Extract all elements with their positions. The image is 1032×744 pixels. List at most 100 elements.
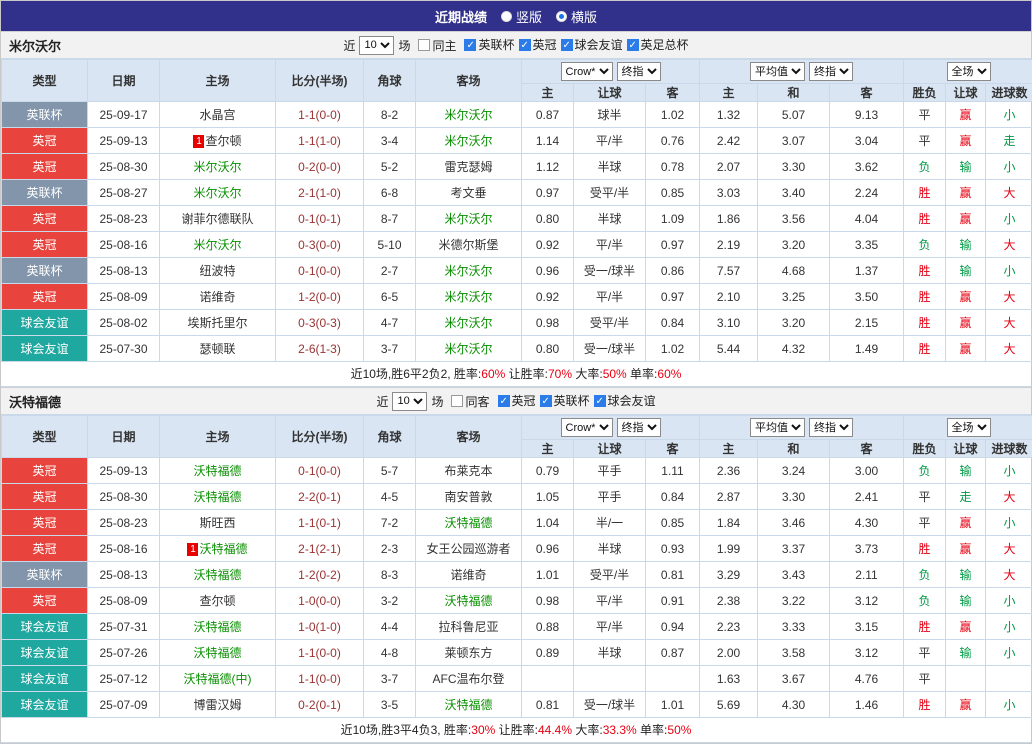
match-row: 英冠25-08-30米尔沃尔0-2(0-0)5-2雷克瑟姆1.12半球0.782… [2,154,1032,180]
europe-odds-cell: 4.68 [758,258,830,284]
asian-odds-cell: 0.98 [522,588,574,614]
summary-stat-value: 50% [603,367,627,381]
checkbox-icon [594,395,606,407]
col-header-europe-away: 客 [830,440,904,458]
asian-odds-cell: 0.92 [522,232,574,258]
handicap-result-cell: 赢 [946,284,986,310]
match-row: 英冠25-08-161沃特福德2-1(2-1)2-3女王公园巡游者0.96半球0… [2,536,1032,562]
europe-odds-cell: 3.35 [830,232,904,258]
away-team-cell: 米尔沃尔 [416,128,522,154]
asian-mode-select[interactable]: 终指 [617,418,661,437]
handicap-result-cell: 输 [946,258,986,284]
layout-radio-horizontal[interactable]: 横版 [556,7,597,26]
asian-odds-cell [522,666,574,692]
away-team-cell: 拉科鲁尼亚 [416,614,522,640]
score-cell: 0-2(0-0) [276,154,364,180]
recent-count-select[interactable]: 10 [392,392,427,411]
result-cell: 平 [904,484,946,510]
europe-odds-cell: 3.22 [758,588,830,614]
filter-bar: 近 10 场 同客 英冠英联杯球会友谊 [376,392,655,411]
match-date: 25-08-09 [88,588,160,614]
asian-odds-cell: 平/半 [574,232,646,258]
competition-filter[interactable]: 球会友谊 [561,36,623,53]
goals-result-cell: 小 [986,102,1032,128]
score-cell: 1-1(0-1) [276,510,364,536]
europe-source-select[interactable]: 平均值 [750,418,805,437]
match-date: 25-08-23 [88,206,160,232]
recent-results-page: 近期战绩 竖版 横版 米尔沃尔 近 10 场 同主 英联杯英冠球会友谊英足总杯 [0,0,1032,744]
col-header-corner: 角球 [364,60,416,102]
europe-odds-cell: 3.56 [758,206,830,232]
match-row: 英冠25-09-131查尔顿1-1(1-0)3-4米尔沃尔1.14平/半0.76… [2,128,1032,154]
col-header-asian-handicap: 让球 [574,84,646,102]
europe-odds-cell: 1.84 [700,510,758,536]
layout-radio-vertical[interactable]: 竖版 [501,7,542,26]
result-cell: 胜 [904,258,946,284]
asian-odds-cell: 0.84 [646,484,700,510]
recent-count-select[interactable]: 10 [359,36,394,55]
competition-filter[interactable]: 英冠 [519,36,557,53]
asian-odds-header: Crow*终指 [522,416,700,440]
goals-result-cell: 大 [986,284,1032,310]
col-header-europe-home: 主 [700,440,758,458]
asian-odds-cell: 0.85 [646,180,700,206]
summary-stat-value: 60% [657,367,681,381]
europe-odds-cell: 3.24 [758,458,830,484]
competition-filter[interactable]: 球会友谊 [594,392,656,409]
summary-stat-label: 大率: [572,723,603,737]
league-badge: 球会友谊 [2,336,88,362]
asian-odds-cell: 0.98 [522,310,574,336]
asian-odds-cell: 平/半 [574,284,646,310]
asian-odds-cell: 0.87 [522,102,574,128]
team-section-millwall: 米尔沃尔 近 10 场 同主 英联杯英冠球会友谊英足总杯 [1,31,1031,387]
asian-odds-cell: 半球 [574,640,646,666]
competition-filter[interactable]: 英足总杯 [627,36,689,53]
asian-source-select[interactable]: Crow* [561,418,613,437]
europe-odds-cell: 3.25 [758,284,830,310]
home-team-cell: 1查尔顿 [160,128,276,154]
section-header: 沃特福德 近 10 场 同客 英冠英联杯球会友谊 [1,387,1031,415]
col-header-goals-result: 进球数 [986,440,1032,458]
asian-odds-cell: 0.97 [522,180,574,206]
europe-odds-cell: 3.30 [758,484,830,510]
match-date: 25-08-16 [88,536,160,562]
asian-odds-cell: 0.88 [522,614,574,640]
col-header-asian-home: 主 [522,440,574,458]
asian-source-select[interactable]: Crow* [561,62,613,81]
result-cell: 胜 [904,614,946,640]
asian-odds-cell: 0.97 [646,232,700,258]
corner-cell: 6-5 [364,284,416,310]
goals-result-cell: 大 [986,536,1032,562]
result-scope-select[interactable]: 全场 [947,418,991,437]
europe-mode-select[interactable]: 终指 [809,418,853,437]
same-venue-filter[interactable]: 同主 [418,37,456,54]
europe-odds-cell: 3.00 [830,458,904,484]
europe-mode-select[interactable]: 终指 [809,62,853,81]
europe-odds-cell: 3.43 [758,562,830,588]
corner-cell: 3-2 [364,588,416,614]
same-venue-filter[interactable]: 同客 [451,393,489,410]
checkbox-icon [540,395,552,407]
filter-bar: 近 10 场 同主 英联杯英冠球会友谊英足总杯 [343,36,688,55]
corner-cell: 3-7 [364,336,416,362]
league-badge: 英冠 [2,510,88,536]
match-row: 球会友谊25-08-02埃斯托里尔0-3(0-3)4-7米尔沃尔0.98受平/半… [2,310,1032,336]
europe-odds-cell: 9.13 [830,102,904,128]
away-team-cell: 沃特福德 [416,510,522,536]
away-team-cell: 南安普敦 [416,484,522,510]
score-cell: 0-1(0-1) [276,206,364,232]
competition-filter[interactable]: 英冠 [498,392,536,409]
col-header-goals-result: 进球数 [986,84,1032,102]
col-header-date: 日期 [88,60,160,102]
match-date: 25-07-09 [88,692,160,718]
competition-filter[interactable]: 英联杯 [540,392,590,409]
corner-cell: 8-2 [364,102,416,128]
result-cell: 胜 [904,336,946,362]
score-cell: 0-3(0-0) [276,232,364,258]
competition-filter[interactable]: 英联杯 [464,36,514,53]
home-team-cell: 沃特福德 [160,484,276,510]
asian-odds-cell: 1.01 [522,562,574,588]
result-scope-select[interactable]: 全场 [947,62,991,81]
europe-source-select[interactable]: 平均值 [750,62,805,81]
asian-mode-select[interactable]: 终指 [617,62,661,81]
